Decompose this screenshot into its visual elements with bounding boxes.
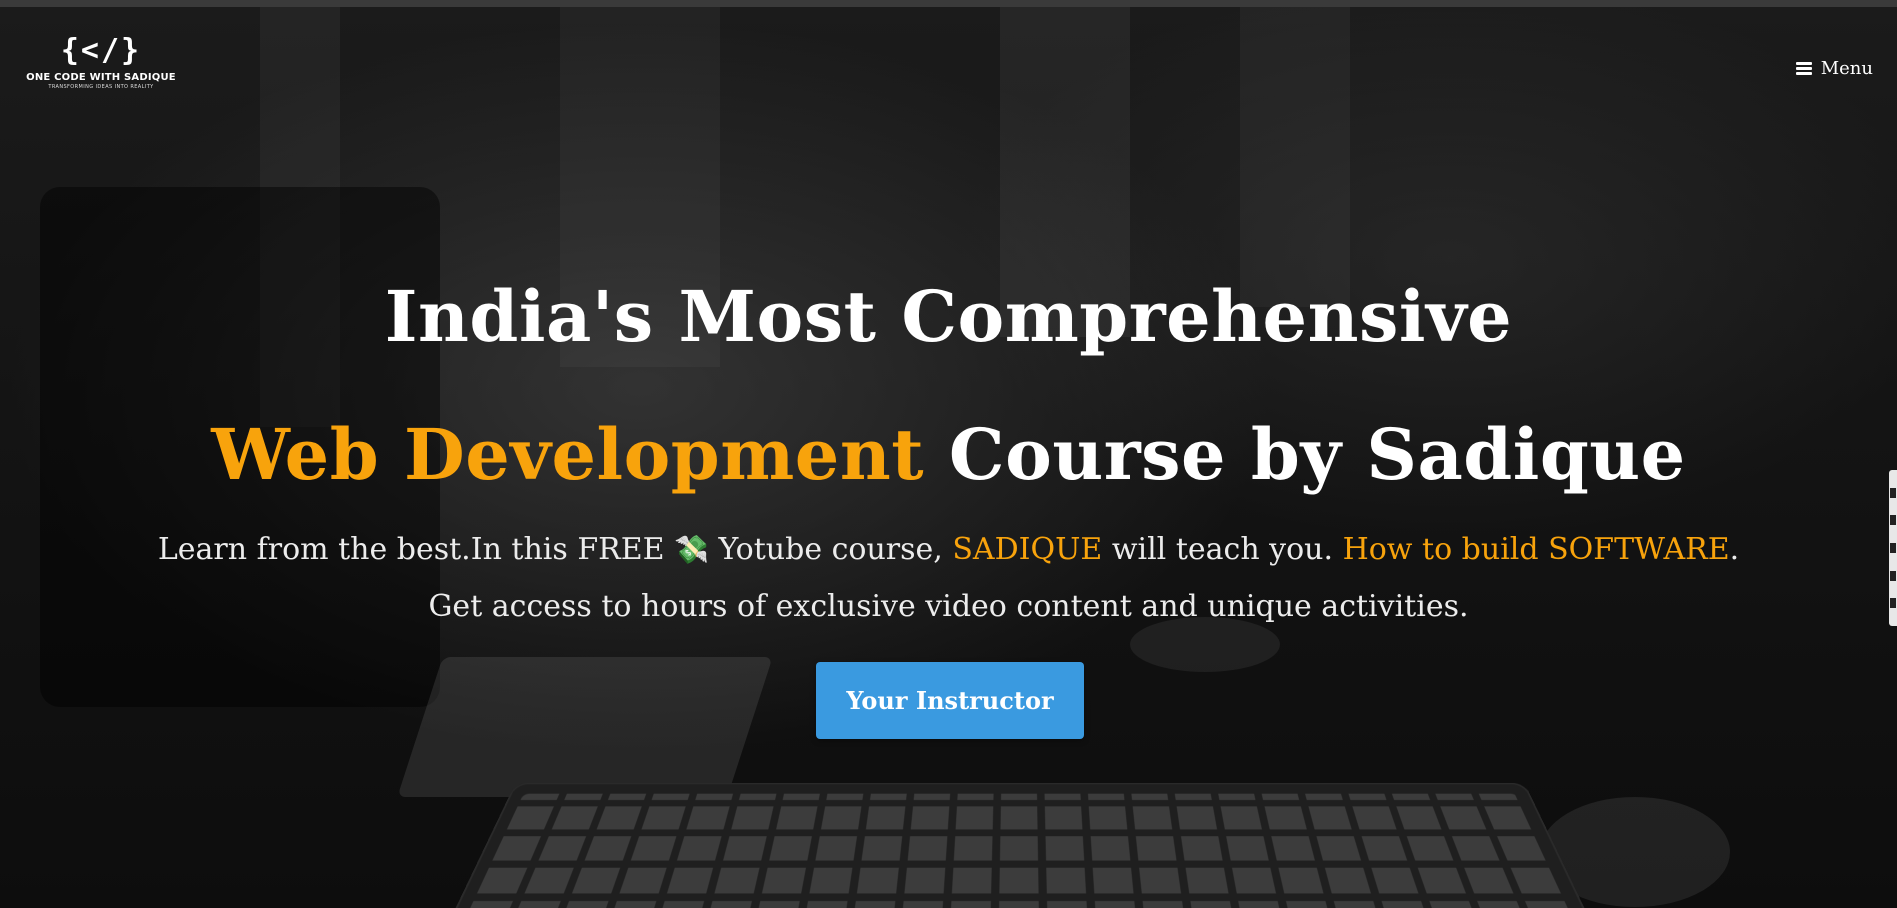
hero-title-line2: Web Development Course by Sadique [0, 412, 1897, 496]
description-highlight: How to build SOFTWARE [1342, 532, 1730, 567]
hero-title-accent: Web Development [211, 412, 925, 496]
logo-tagline: TRANSFORMING IDEAS INTO REALITY [48, 84, 154, 90]
keyboard-keys [460, 793, 1580, 908]
description-text: Yotube course, [708, 532, 953, 567]
your-instructor-button[interactable]: Your Instructor [816, 662, 1084, 739]
hero-title-rest: Course by Sadique [924, 412, 1686, 496]
money-hand-icon: 💸 [674, 533, 709, 566]
description-text: . [1729, 532, 1740, 567]
background-laptop [397, 657, 773, 797]
description-text: will teach you. [1102, 532, 1343, 567]
menu-label: Menu [1820, 58, 1873, 79]
browser-top-bar [0, 0, 1897, 7]
toolbar-comment-icon[interactable] [1890, 570, 1896, 581]
description-text: Learn from the best.In this FREE [157, 532, 675, 567]
hero-description: Learn from the best.In this FREE 💸 Yotub… [0, 530, 1897, 570]
background-keyboard [439, 782, 1601, 908]
logo-name: ONE CODE WITH SADIQUE [26, 72, 176, 83]
instructor-name: SADIQUE [952, 532, 1103, 567]
toolbar-square-icon[interactable] [1890, 515, 1896, 526]
menu-button[interactable]: Menu [1795, 58, 1873, 79]
hero-title-line1: India's Most Comprehensive [384, 274, 1513, 358]
site-logo[interactable]: {</} ONE CODE WITH SADIQUE TRANSFORMING … [26, 34, 176, 91]
code-brackets-icon: {</} [60, 33, 142, 68]
hero-description-line2: Get access to hours of exclusive video c… [428, 589, 1469, 624]
hamburger-icon [1795, 62, 1812, 75]
background-window [1240, 7, 1350, 307]
